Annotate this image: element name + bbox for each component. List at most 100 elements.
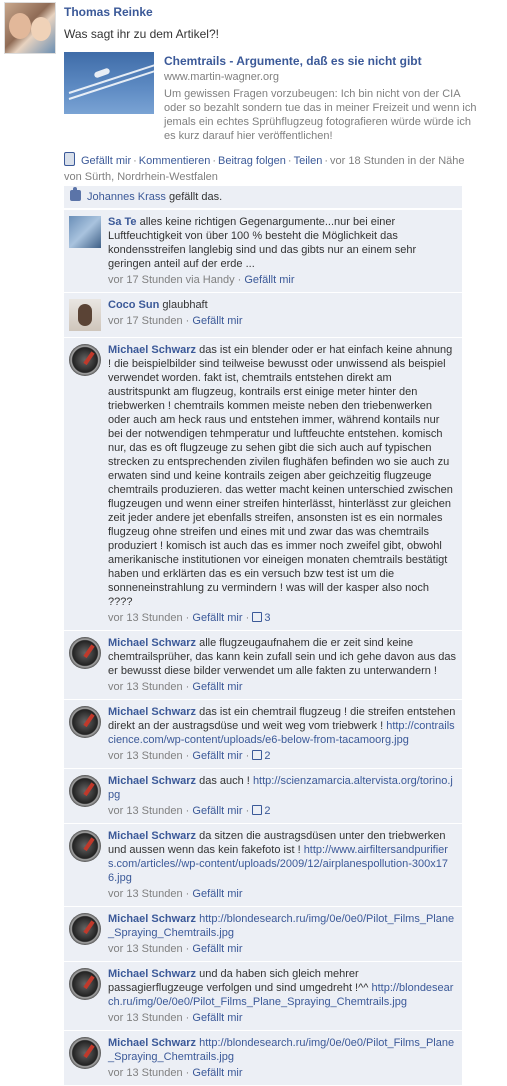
attachment-thumbnail[interactable]	[64, 52, 154, 114]
commenter-avatar[interactable]	[69, 637, 101, 669]
comment-like-link[interactable]: Gefällt mir	[192, 888, 242, 900]
comment-meta: vor 13 Stunden · Gefällt mir	[108, 1012, 243, 1024]
post-message: Was sagt ihr zu dem Artikel?!	[64, 27, 219, 41]
post-author[interactable]: Thomas Reinke	[64, 5, 153, 19]
attachment-url: www.martin-wagner.org	[164, 71, 279, 83]
comment-meta: vor 13 Stunden · Gefällt mir · 3	[108, 612, 271, 624]
comment: Michael Schwarz http://blondesearch.ru/i…	[64, 907, 462, 962]
avatar-face	[31, 17, 51, 41]
like-link[interactable]: Gefällt mir	[81, 155, 131, 167]
liker-name[interactable]: Johannes Krass	[87, 191, 166, 203]
comment-like-link[interactable]: Gefällt mir	[192, 315, 242, 327]
comment-like-count[interactable]: 3	[252, 612, 270, 624]
comment-text: das ist ein blender oder er hat einfach …	[108, 344, 453, 608]
commenter-avatar[interactable]	[69, 706, 101, 738]
comment-meta: vor 13 Stunden · Gefällt mir	[108, 681, 243, 693]
comment-meta: vor 13 Stunden · Gefällt mir · 2	[108, 805, 271, 817]
comments-list: Johannes Krass gefällt das. Sa Te alles …	[64, 186, 462, 1086]
commenter-name[interactable]: Michael Schwarz	[108, 344, 196, 356]
attachment-title[interactable]: Chemtrails - Argumente, daß es sie nicht…	[164, 54, 422, 68]
commenter-avatar[interactable]	[69, 830, 101, 862]
likes-summary: Johannes Krass gefällt das.	[64, 186, 462, 208]
comment-like-link[interactable]: Gefällt mir	[192, 750, 242, 762]
comment-time: vor 13 Stunden	[108, 681, 183, 693]
comment: Michael Schwarz da sitzen die austragsdü…	[64, 824, 462, 907]
comment-text: alles keine richtigen Gegenargumente...n…	[108, 216, 417, 270]
comment-meta: vor 13 Stunden · Gefällt mir	[108, 888, 243, 900]
mobile-icon	[64, 152, 75, 166]
comment-body: Michael Schwarz da sitzen die austragsdü…	[108, 829, 456, 901]
comment-time: vor 13 Stunden	[108, 943, 183, 955]
comment-like-link[interactable]: Gefällt mir	[244, 274, 294, 286]
commenter-name[interactable]: Michael Schwarz	[108, 830, 196, 842]
comment-like-count[interactable]: 2	[252, 750, 270, 762]
comment: Michael Schwarz alle flugzeugaufnahem di…	[64, 631, 462, 700]
comment: Michael Schwarz http://blondesearch.ru/i…	[64, 1031, 462, 1086]
comment-meta: vor 17 Stunden via Handy · Gefällt mir	[108, 274, 295, 286]
commenter-name[interactable]: Coco Sun	[108, 299, 159, 311]
comment-time: vor 13 Stunden	[108, 888, 183, 900]
commenter-name[interactable]: Sa Te	[108, 216, 137, 228]
plane-icon	[93, 67, 111, 79]
commenter-avatar[interactable]	[69, 299, 101, 331]
comment-time: vor 13 Stunden	[108, 805, 183, 817]
commenter-name[interactable]: Michael Schwarz	[108, 913, 196, 925]
avatar-face	[9, 13, 31, 39]
comment-body: Sa Te alles keine richtigen Gegenargumen…	[108, 215, 456, 287]
comment: Sa Te alles keine richtigen Gegenargumen…	[64, 210, 462, 293]
comment-link[interactable]: Kommentieren	[139, 155, 211, 167]
thumbs-up-icon	[70, 187, 81, 201]
commenter-avatar[interactable]	[69, 216, 101, 248]
share-link[interactable]: Teilen	[294, 155, 323, 167]
commenter-name[interactable]: Michael Schwarz	[108, 968, 196, 980]
comment-body: Michael Schwarz das ist ein blender oder…	[108, 343, 456, 625]
comment-like-count[interactable]: 2	[252, 805, 270, 817]
comment: Michael Schwarz und da haben sich gleich…	[64, 962, 462, 1031]
thumbs-up-icon	[252, 750, 263, 760]
comment-like-link[interactable]: Gefällt mir	[192, 943, 242, 955]
thumbs-up-icon	[252, 805, 263, 815]
comment-body: Michael Schwarz alle flugzeugaufnahem di…	[108, 636, 456, 694]
comment-time: vor 17 Stunden	[108, 315, 183, 327]
commenter-avatar[interactable]	[69, 968, 101, 1000]
comment-meta: vor 13 Stunden · Gefällt mir · 2	[108, 750, 271, 762]
comment-like-link[interactable]: Gefällt mir	[192, 805, 242, 817]
comment-body: Michael Schwarz http://blondesearch.ru/i…	[108, 912, 456, 956]
comment: Michael Schwarz das ist ein blender oder…	[64, 338, 462, 631]
comment-time: vor 13 Stunden	[108, 750, 183, 762]
contrail	[68, 70, 154, 100]
comment-container: Sa Te alles keine richtigen Gegenargumen…	[64, 210, 462, 1086]
comment-text: das auch !	[199, 775, 250, 787]
comment-body: Coco Sun glaubhaft vor 17 Stunden · Gefä…	[108, 298, 456, 328]
follow-link[interactable]: Beitrag folgen	[218, 155, 286, 167]
commenter-name[interactable]: Michael Schwarz	[108, 1037, 196, 1049]
comment-meta: vor 13 Stunden · Gefällt mir	[108, 943, 243, 955]
comment-time: vor 13 Stunden	[108, 612, 183, 624]
commenter-avatar[interactable]	[69, 913, 101, 945]
commenter-avatar[interactable]	[69, 775, 101, 807]
comment-time: vor 13 Stunden	[108, 1067, 183, 1079]
comment-like-link[interactable]: Gefällt mir	[192, 1012, 242, 1024]
comment-like-link[interactable]: Gefällt mir	[192, 1067, 242, 1079]
thumbs-up-icon	[252, 612, 263, 622]
author-avatar[interactable]	[4, 2, 56, 54]
commenter-name[interactable]: Michael Schwarz	[108, 706, 196, 718]
commenter-avatar[interactable]	[69, 1037, 101, 1069]
comment: Michael Schwarz das auch ! http://scienz…	[64, 769, 462, 824]
comment-body: Michael Schwarz das ist ein chemtrail fl…	[108, 705, 456, 763]
comment-body: Michael Schwarz http://blondesearch.ru/i…	[108, 1036, 456, 1080]
comment-meta: vor 13 Stunden · Gefällt mir	[108, 1067, 243, 1079]
comment-like-link[interactable]: Gefällt mir	[192, 681, 242, 693]
commenter-name[interactable]: Michael Schwarz	[108, 637, 196, 649]
commenter-avatar[interactable]	[69, 344, 101, 376]
attachment-description: Um gewissen Fragen vorzubeugen: Ich bin …	[164, 88, 477, 142]
comment-like-link[interactable]: Gefällt mir	[192, 612, 242, 624]
comment-meta: vor 17 Stunden · Gefällt mir	[108, 315, 243, 327]
comment-text: glaubhaft	[162, 299, 208, 311]
comment-time: vor 17 Stunden via Handy	[108, 274, 235, 286]
comment-body: Michael Schwarz und da haben sich gleich…	[108, 967, 456, 1025]
link-attachment[interactable]: Chemtrails - Argumente, daß es sie nicht…	[64, 52, 484, 142]
likes-suffix: gefällt das.	[168, 191, 223, 203]
commenter-name[interactable]: Michael Schwarz	[108, 775, 196, 787]
contrail	[68, 64, 154, 94]
